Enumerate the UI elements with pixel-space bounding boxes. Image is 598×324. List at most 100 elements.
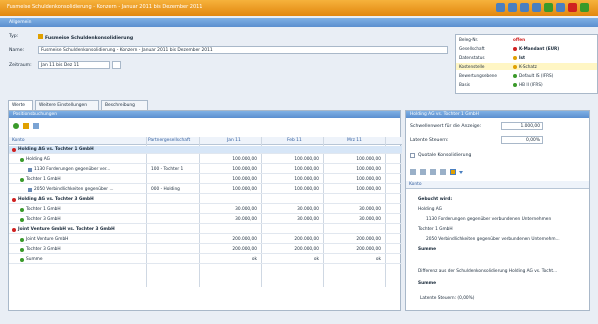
table-row[interactable]: 1130 Forderungen gegenüber ver... 100 - T… [9, 166, 402, 174]
row-mrz: 200.000,00 [356, 237, 381, 242]
status-dot-icon [513, 55, 517, 60]
position-grid-panel: Positionsbuchungen Konto Partnergesellsc… [8, 110, 402, 311]
row-label: Tochter 3 GmbH [26, 217, 61, 222]
info-key: Bewertungsebene [459, 73, 498, 78]
col-partner[interactable]: Partnergesellschaft [148, 138, 190, 143]
row-label: Joint Venture GmbH [26, 237, 69, 242]
help-icon[interactable] [496, 3, 505, 12]
detail-item[interactable]: Holding AG [418, 207, 442, 215]
row-jan: 200.000,00 [232, 237, 257, 242]
highlight-icon[interactable] [450, 169, 456, 175]
name-field[interactable]: Fusmeise Schuldenkonsolidierung - Konzer… [38, 46, 448, 54]
info-key: Beleg-Nr. [459, 37, 479, 42]
status-dot-icon [513, 64, 517, 69]
zeitraum-field[interactable]: Jan 11 bis Dez 11 [38, 61, 110, 69]
table-row[interactable]: Joint Venture GmbH vs. Tochter 3 GmbH [9, 226, 402, 234]
table-row[interactable]: Joint Venture GmbH 200.000,00 200.000,00 20… [9, 236, 402, 244]
tab-weitere-einstellungen[interactable]: Weitere Einstellungen [35, 100, 99, 110]
table-row[interactable]: Holding AG vs. Tochter 3 GmbH [9, 196, 402, 204]
info-value: Ist [513, 55, 525, 60]
row-jan: 100.000,00 [232, 187, 257, 192]
row-mrz: 100.000,00 [356, 157, 381, 162]
row-mrz: 200.000,00 [356, 247, 381, 252]
close-icon[interactable] [568, 3, 577, 12]
print-icon[interactable] [508, 3, 517, 12]
row-icon [20, 158, 24, 162]
ok-icon[interactable] [544, 3, 553, 12]
list-icon[interactable] [430, 169, 436, 175]
row-label: 2050 Verbindlichkeiten gegenüber ... [34, 187, 114, 192]
row-icon [20, 178, 24, 182]
export-icon[interactable] [520, 3, 529, 12]
table-row[interactable]: Tochter 3 GmbH 30.000,00 30.000,00 30.000,0… [9, 216, 402, 224]
row-jan: 30.000,00 [235, 207, 257, 212]
row-jan: 200.000,00 [232, 247, 257, 252]
save-icon[interactable] [580, 3, 589, 12]
row-icon [20, 218, 24, 222]
tab-beschreibung[interactable]: Beschreibung [101, 100, 148, 110]
detail-item[interactable]: Summe [418, 281, 436, 289]
table-row[interactable]: Tochter 3 GmbH 200.000,00 200.000,00 200.00… [9, 246, 402, 254]
steuer-label: Latente Steuern: [410, 138, 449, 143]
zeitraum-label: Zeitraum: [9, 63, 32, 68]
table-row[interactable]: Tochter 1 GmbH 100.000,00 100.000,00 100.00… [9, 176, 402, 184]
typ-label: Typ: [9, 34, 19, 39]
col-feb[interactable]: Feb 11 [287, 138, 302, 143]
delete-icon[interactable] [33, 123, 39, 129]
row-label: Tochter 1 GmbH [26, 177, 61, 182]
detail-item[interactable]: 2050 Verbindlichkeiten gegenüber verbund… [426, 237, 560, 245]
row-icon [12, 148, 16, 152]
table-row[interactable]: Summe ok ok ok [9, 256, 402, 264]
table-row[interactable]: Holding AG 100.000,00 100.000,00 100.000,00 [9, 156, 402, 164]
row-mrz: 100.000,00 [356, 167, 381, 172]
row-feb: 200.000,00 [294, 247, 319, 252]
info-value: HB II (IFRS) [513, 82, 543, 87]
table-icon[interactable] [440, 169, 446, 175]
main-panel-header: Positionsbuchungen [9, 111, 400, 118]
status-dot-icon [513, 82, 517, 87]
detail-item[interactable]: Summe [418, 247, 436, 255]
info-value: offen [513, 37, 526, 42]
row-icon [20, 258, 24, 262]
info-key: Gesellschaft [459, 46, 485, 51]
grid-icon[interactable] [420, 169, 426, 175]
row-feb: ok [313, 257, 319, 262]
row-feb: 100.000,00 [294, 177, 319, 182]
table-row[interactable]: Holding AG vs. Tochter 1 GmbH [9, 146, 402, 154]
add-icon[interactable] [13, 123, 19, 129]
info-key: Basis [459, 82, 470, 87]
minimize-icon[interactable] [556, 3, 565, 12]
row-feb: 30.000,00 [297, 207, 319, 212]
chevron-down-icon[interactable] [459, 171, 463, 174]
detail-item[interactable]: 1130 Forderungen gegenüber verbundenen U… [426, 217, 551, 225]
row-label: Tochter 3 GmbH [26, 247, 61, 252]
schwelle-field[interactable]: 1.000,00 [501, 122, 543, 130]
calendar-icon[interactable] [112, 61, 121, 69]
detail-item[interactable]: Tochter 1 GmbH [418, 227, 453, 235]
row-label: Summe [26, 257, 43, 262]
edit-icon[interactable] [23, 123, 29, 129]
col-jan[interactable]: Jan 11 [227, 138, 241, 143]
row-feb: 30.000,00 [297, 217, 319, 222]
col-mrz[interactable]: Mrz 11 [347, 138, 362, 143]
row-icon [12, 198, 16, 202]
settings-icon[interactable] [532, 3, 541, 12]
row-icon [28, 168, 32, 172]
detail-item[interactable]: Latente Steuern: (0,00%) [420, 296, 474, 304]
tab-werte[interactable]: Werte [8, 100, 33, 110]
view-icon[interactable] [410, 169, 416, 175]
steuer-field[interactable]: 0,00% [501, 136, 543, 144]
row-mrz: ok [375, 257, 381, 262]
detail-header: Holding AG vs. Tochter 1 GmbH [406, 111, 589, 118]
info-panel: Beleg-Nr. offen Gesellschaft K-Mandant (EU… [455, 34, 598, 94]
info-value: K-Schatz [513, 64, 537, 69]
table-row[interactable]: Tochter 1 GmbH 30.000,00 30.000,00 30.000,0… [9, 206, 402, 214]
row-feb: 100.000,00 [294, 157, 319, 162]
table-row[interactable]: 2050 Verbindlichkeiten gegenüber ... 000 … [9, 186, 402, 194]
row-icon [20, 248, 24, 252]
detail-item[interactable]: Differenz aus der Schuldenkonsolidierung… [418, 269, 557, 277]
row-mrz: 30.000,00 [359, 217, 381, 222]
col-konto[interactable]: Konto [12, 138, 25, 143]
quotal-checkbox[interactable] [410, 153, 415, 158]
name-label: Name: [9, 48, 25, 53]
